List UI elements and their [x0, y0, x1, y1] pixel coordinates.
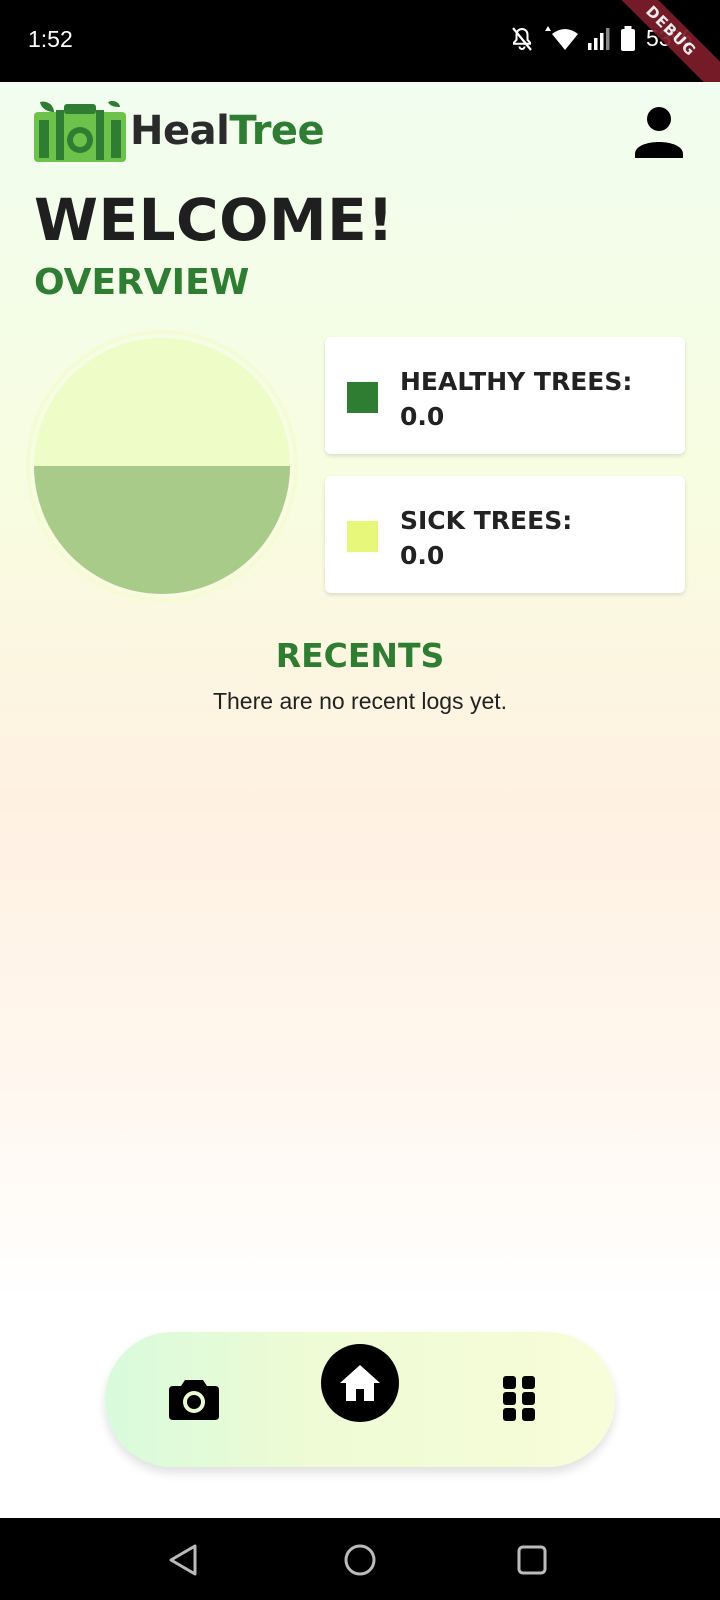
person-icon	[635, 107, 683, 158]
notifications-off-icon	[512, 26, 532, 51]
pie-slice-bottom	[34, 466, 290, 594]
overview-heading: OVERVIEW	[34, 262, 250, 303]
healthy-trees-label: HEALTHY TREES:	[400, 367, 633, 396]
profile-button[interactable]	[632, 104, 686, 158]
system-recents-button[interactable]	[512, 1540, 552, 1580]
home-icon	[340, 1365, 380, 1401]
nav-home-button[interactable]	[321, 1344, 399, 1422]
sick-trees-card: SICK TREES: 0.0	[325, 476, 685, 593]
healtree-logo-icon	[34, 100, 126, 162]
app-logo: HealTree	[34, 98, 325, 164]
bottom-navigation	[105, 1332, 615, 1467]
app-name-tree: Tree	[229, 108, 325, 154]
nav-apps-button[interactable]	[491, 1370, 547, 1426]
nav-camera-button[interactable]	[167, 1372, 221, 1426]
healthy-legend-swatch	[347, 382, 378, 413]
system-navigation-bar	[0, 1518, 720, 1600]
circle-home-icon	[344, 1544, 376, 1576]
camera-icon	[169, 1380, 219, 1420]
square-recents-icon	[517, 1545, 547, 1575]
recents-heading: RECENTS	[275, 636, 445, 675]
sick-trees-value: 0.0	[400, 541, 445, 570]
pie-slice-top	[34, 338, 290, 466]
sick-trees-label: SICK TREES:	[400, 506, 573, 535]
tree-health-pie-chart	[26, 330, 298, 602]
back-icon	[169, 1544, 197, 1576]
system-back-button[interactable]	[165, 1540, 205, 1580]
sick-legend-swatch	[347, 521, 378, 552]
app-screen: HealTree WELCOME! OVERVIEW HEALTHY TREES…	[0, 82, 720, 1518]
healthy-trees-card: HEALTHY TREES: 0.0	[325, 337, 685, 454]
status-time: 1:52	[28, 26, 73, 52]
no-recent-logs-message: There are no recent logs yet.	[212, 688, 508, 714]
system-home-button[interactable]	[340, 1540, 380, 1580]
app-name: HealTree	[130, 108, 325, 154]
healthy-trees-value: 0.0	[400, 402, 445, 431]
grid-icon	[503, 1376, 535, 1421]
app-name-heal: Heal	[130, 108, 230, 154]
welcome-heading: WELCOME!	[34, 186, 395, 254]
